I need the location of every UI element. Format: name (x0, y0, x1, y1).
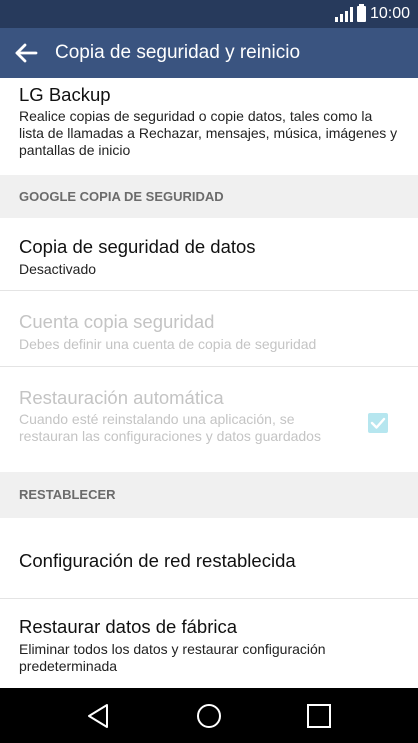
status-time: 10:00 (369, 5, 410, 22)
navigation-bar (0, 688, 418, 743)
section-header-google: GOOGLE COPIA DE SEGURIDAD (0, 175, 418, 218)
nav-recents-icon[interactable] (305, 702, 333, 730)
backup-data-item[interactable]: Copia de seguridad de datos Desactivado (0, 218, 418, 291)
backup-data-title: Copia de seguridad de datos (19, 236, 256, 257)
signal-icon (334, 6, 353, 22)
backup-account-item: Cuenta copia seguridad Debes definir una… (0, 290, 418, 367)
factory-reset-title: Restaurar datos de fábrica (19, 616, 238, 637)
lg-backup-title: LG Backup (19, 84, 111, 105)
section-header-reset-label: RESTABLECER (19, 487, 116, 502)
backup-account-title: Cuenta copia seguridad (19, 311, 215, 332)
auto-restore-item: Restauración automática Cuando esté rein… (0, 366, 418, 473)
auto-restore-subtitle: Cuando esté reinstalando una aplicación,… (19, 411, 321, 444)
auto-restore-checkbox (368, 413, 388, 433)
nav-back-icon[interactable] (85, 702, 113, 730)
back-arrow-icon[interactable] (12, 39, 40, 67)
network-reset-title: Configuración de red restablecida (19, 550, 296, 571)
status-bar: 10:00 (0, 0, 418, 28)
network-reset-item[interactable]: Configuración de red restablecida (0, 518, 418, 599)
battery-icon (356, 4, 366, 22)
backup-account-subtitle: Debes definir una cuenta de copia de seg… (19, 336, 317, 352)
section-header-reset: RESTABLECER (0, 472, 418, 518)
factory-reset-item[interactable]: Restaurar datos de fábrica Eliminar todo… (0, 598, 418, 688)
app-bar: Copia de seguridad y reinicio (0, 28, 418, 78)
backup-data-subtitle: Desactivado (19, 261, 97, 277)
checkmark-icon (370, 417, 386, 429)
nav-home-icon[interactable] (195, 702, 223, 730)
page-title: Copia de seguridad y reinicio (55, 42, 301, 63)
settings-list: LG Backup Realice copias de seguridad o … (0, 78, 418, 688)
factory-reset-subtitle: Eliminar todos los datos y restaurar con… (19, 641, 326, 674)
section-header-google-label: GOOGLE COPIA DE SEGURIDAD (19, 189, 224, 204)
auto-restore-title: Restauración automática (19, 387, 224, 408)
lg-backup-item[interactable]: LG Backup Realice copias de seguridad o … (0, 78, 418, 176)
lg-backup-subtitle: Realice copias de seguridad o copie dato… (19, 108, 398, 158)
